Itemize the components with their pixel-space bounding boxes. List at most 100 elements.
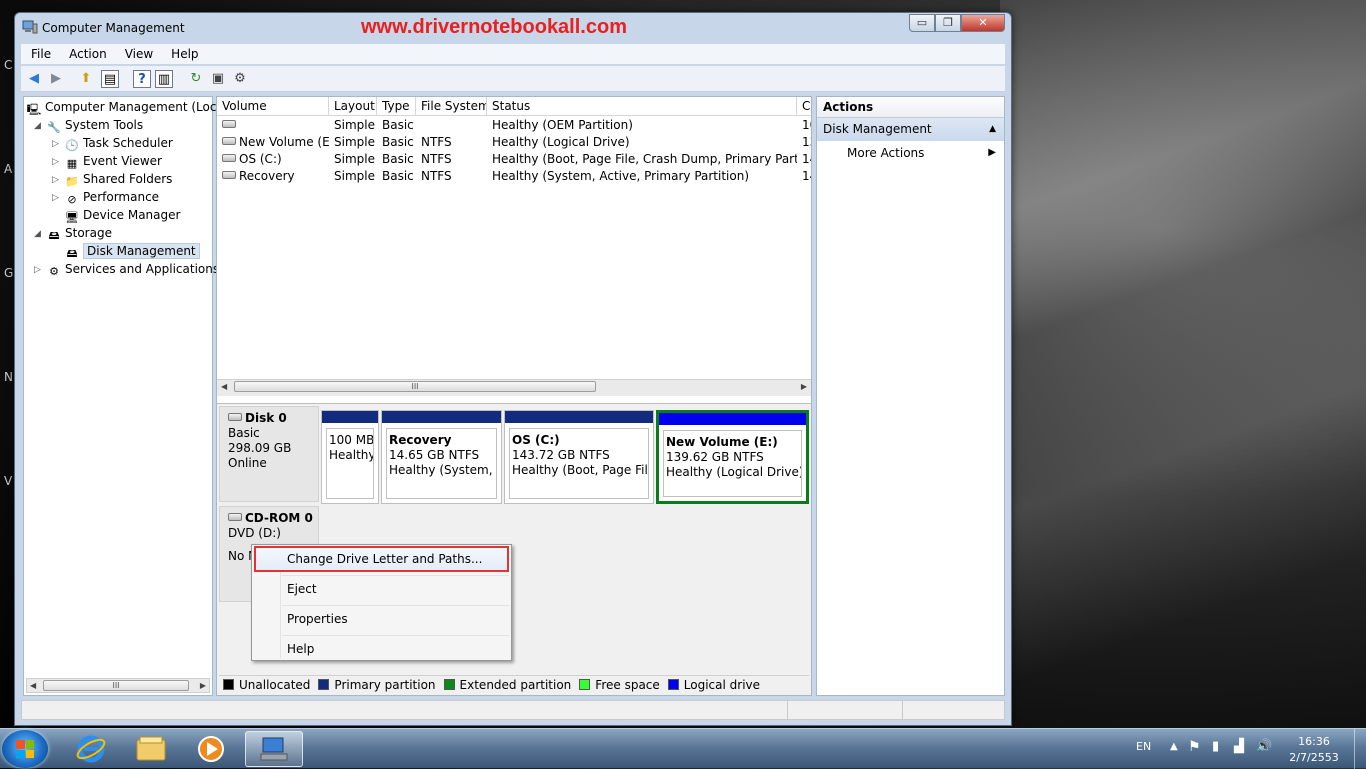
tree-horizontal-scrollbar[interactable]: ◀ III ▶ bbox=[26, 678, 210, 693]
taskbar-computer-management[interactable] bbox=[245, 731, 303, 767]
legend-label: Unallocated bbox=[239, 677, 311, 692]
taskbar-media-player[interactable] bbox=[182, 731, 240, 767]
restore-button[interactable]: ❐ bbox=[935, 14, 961, 32]
volume-scroll-left-icon[interactable]: ◀ bbox=[221, 380, 227, 393]
refresh-icon[interactable]: ↻ bbox=[187, 70, 205, 88]
partition-size: 14.65 GB NTFS bbox=[389, 448, 480, 462]
menu-view[interactable]: View bbox=[115, 44, 161, 64]
scroll-right-icon[interactable]: ▶ bbox=[200, 679, 206, 692]
watermark-text: www.drivernotebookall.com bbox=[361, 16, 627, 38]
col-status[interactable]: Status bbox=[487, 97, 797, 116]
expand-services-icon[interactable]: ▷ bbox=[34, 265, 41, 275]
volume-row[interactable]: Simple Basic Healthy (OEM Partition) 10 bbox=[217, 117, 811, 134]
tree-node-event-viewer[interactable]: ▦ Event Viewer bbox=[64, 153, 162, 170]
expand-performance-icon[interactable]: ▷ bbox=[52, 193, 59, 203]
tree-node-disk-management[interactable]: 🖴 Disk Management bbox=[64, 243, 200, 260]
col-capacity[interactable]: C bbox=[797, 97, 811, 116]
language-indicator[interactable]: EN bbox=[1136, 740, 1151, 753]
clock-time[interactable]: 16:36 bbox=[1292, 735, 1336, 748]
disk0-state: Online bbox=[228, 456, 267, 470]
tree-node-root[interactable]: 🖳 Computer Management (Local bbox=[26, 99, 227, 116]
forward-arrow-icon[interactable]: ▶ bbox=[47, 70, 65, 88]
legend-label: Primary partition bbox=[334, 677, 436, 692]
menu-file[interactable]: File bbox=[21, 44, 59, 64]
volume-row[interactable]: OS (C:) Simple Basic NTFS Healthy (Boot,… bbox=[217, 151, 811, 168]
menu-help-item[interactable]: Help bbox=[254, 636, 509, 662]
show-desktop-button[interactable] bbox=[1354, 729, 1366, 769]
partition-recovery[interactable]: Recovery 14.65 GB NTFS Healthy (System, … bbox=[381, 410, 502, 504]
actions-pane: Actions Disk Management ▲ More Actions ▶ bbox=[816, 96, 1005, 696]
show-hide-tree-icon[interactable]: ▤ bbox=[101, 70, 119, 88]
tree-node-task-scheduler[interactable]: 🕒 Task Scheduler bbox=[64, 135, 173, 152]
help-icon[interactable]: ? bbox=[133, 70, 151, 88]
volume-scroll-thumb[interactable]: III bbox=[234, 381, 596, 392]
volume-row[interactable]: Recovery Simple Basic NTFS Healthy (Syst… bbox=[217, 168, 811, 185]
col-file-system[interactable]: File System bbox=[416, 97, 487, 116]
expand-task-scheduler-icon[interactable]: ▷ bbox=[52, 139, 59, 149]
taskbar-internet-explorer[interactable] bbox=[62, 731, 120, 767]
minimize-button[interactable]: ▭ bbox=[909, 14, 935, 32]
volume-name: OS (C:) bbox=[239, 152, 282, 166]
action-center-flag-icon[interactable]: ⚑ bbox=[1188, 739, 1201, 755]
capacity-cell: 10 bbox=[802, 118, 811, 132]
properties-icon[interactable]: ▣ bbox=[209, 70, 227, 88]
menu-help[interactable]: Help bbox=[161, 44, 206, 64]
volume-cell: OS (C:) bbox=[217, 151, 329, 168]
volume-scroll-track[interactable]: ◀ III ▶ bbox=[217, 380, 811, 396]
partition-os-c[interactable]: OS (C:) 143.72 GB NTFS Healthy (Boot, Pa… bbox=[504, 410, 654, 504]
tree-node-device-manager[interactable]: 🖥 Device Manager bbox=[64, 207, 180, 224]
expand-event-viewer-icon[interactable]: ▷ bbox=[52, 157, 59, 167]
col-layout[interactable]: Layout bbox=[329, 97, 377, 116]
tree-node-performance[interactable]: ⊘ Performance bbox=[64, 189, 159, 206]
volume-list-header: Volume Layout Type File System Status C bbox=[217, 97, 811, 116]
performance-icon: ⊘ bbox=[67, 193, 77, 206]
legend-swatch bbox=[443, 679, 455, 690]
menu-action[interactable]: Action bbox=[59, 44, 115, 64]
partition-new-volume-e[interactable]: New Volume (E:) 139.62 GB NTFS Healthy (… bbox=[656, 410, 809, 504]
partition-oem[interactable]: 100 MB Healthy bbox=[321, 410, 379, 504]
volume-scroll-right-icon[interactable]: ▶ bbox=[801, 380, 807, 393]
menu-properties[interactable]: Properties bbox=[254, 606, 509, 632]
volume-list-scrollbar[interactable]: ◀ III ▶ bbox=[217, 379, 811, 396]
col-type[interactable]: Type bbox=[377, 97, 416, 116]
settings-icon[interactable]: ⚙ bbox=[231, 70, 249, 88]
battery-icon[interactable]: ▮ bbox=[1212, 739, 1219, 754]
scroll-left-icon[interactable]: ◀ bbox=[30, 679, 36, 692]
close-button[interactable]: ✕ bbox=[961, 14, 1005, 32]
fs-cell: NTFS bbox=[421, 169, 452, 183]
internet-explorer-icon bbox=[76, 735, 106, 763]
tree-label-disk-management: Disk Management bbox=[83, 243, 200, 259]
tree-node-system-tools[interactable]: 🔧 System Tools bbox=[46, 117, 143, 134]
menu-eject[interactable]: Eject bbox=[254, 576, 509, 602]
expand-system-tools-icon[interactable]: ◢ bbox=[34, 121, 41, 131]
tree-node-services[interactable]: ⚙ Services and Applications bbox=[46, 261, 219, 278]
taskbar-windows-explorer[interactable] bbox=[122, 731, 180, 767]
more-actions-item[interactable]: More Actions ▶ bbox=[817, 141, 1004, 165]
partition-size: 143.72 GB NTFS bbox=[512, 448, 610, 462]
expand-shared-folders-icon[interactable]: ▷ bbox=[52, 175, 59, 185]
expand-storage-icon[interactable]: ◢ bbox=[34, 229, 41, 239]
disk0-label[interactable]: Disk 0 Basic 298.09 GB Online bbox=[219, 406, 319, 502]
partition-body: New Volume (E:) 139.62 GB NTFS Healthy (… bbox=[663, 430, 802, 497]
partition-name: OS (C:) bbox=[512, 433, 560, 447]
start-button[interactable] bbox=[2, 730, 48, 768]
col-volume[interactable]: Volume bbox=[217, 97, 329, 116]
show-hidden-icons-icon[interactable]: ▲ bbox=[1170, 741, 1178, 752]
back-arrow-icon[interactable]: ◀ bbox=[25, 70, 43, 88]
title-bar[interactable]: Computer Management www.drivernotebookal… bbox=[15, 13, 1011, 43]
up-folder-icon[interactable]: ⬆ bbox=[77, 70, 95, 88]
tree-node-storage[interactable]: 🖴 Storage bbox=[46, 225, 112, 242]
collapse-up-icon[interactable]: ▲ bbox=[989, 118, 996, 141]
actions-group-disk-management[interactable]: Disk Management ▲ bbox=[817, 118, 1004, 141]
partition-color-bar bbox=[322, 411, 378, 425]
legend-swatch bbox=[579, 679, 591, 690]
volume-name: New Volume (E:) bbox=[239, 135, 329, 149]
clock-date[interactable]: 2/7/2553 bbox=[1286, 751, 1342, 764]
tree-scroll-thumb[interactable]: III bbox=[43, 680, 189, 691]
show-hide-action-pane-icon[interactable]: ▥ bbox=[155, 70, 173, 88]
menu-change-drive-letter[interactable]: Change Drive Letter and Paths... bbox=[254, 546, 509, 572]
network-icon[interactable]: ▟ bbox=[1234, 739, 1244, 754]
volume-row[interactable]: New Volume (E:) Simple Basic NTFS Health… bbox=[217, 134, 811, 151]
tree-node-shared-folders[interactable]: 📁 Shared Folders bbox=[64, 171, 172, 188]
volume-speaker-icon[interactable]: 🔊 bbox=[1256, 739, 1272, 754]
